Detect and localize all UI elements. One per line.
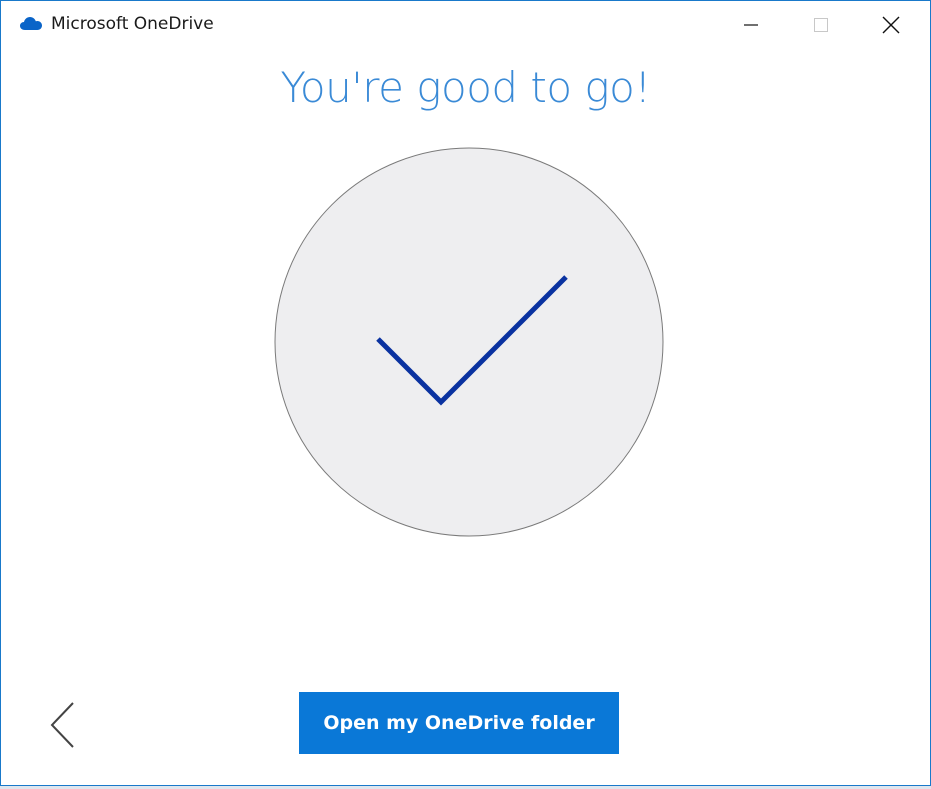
open-onedrive-folder-button[interactable]: Open my OneDrive folder	[299, 692, 619, 754]
close-button[interactable]	[856, 1, 926, 49]
chevron-left-icon	[50, 702, 74, 748]
window-title: Microsoft OneDrive	[51, 14, 214, 34]
minimize-icon	[744, 24, 758, 26]
minimize-button[interactable]	[716, 1, 786, 49]
close-icon	[882, 16, 900, 34]
success-checkmark	[274, 147, 664, 537]
onedrive-cloud-icon	[19, 15, 43, 33]
title-bar[interactable]: Microsoft OneDrive	[1, 1, 930, 49]
back-button[interactable]	[39, 699, 89, 751]
page-title: You're good to go!	[280, 63, 651, 112]
onedrive-window: Microsoft OneDrive You're good to go! Op…	[0, 0, 931, 786]
maximize-icon	[814, 18, 828, 32]
maximize-button[interactable]	[786, 1, 856, 49]
